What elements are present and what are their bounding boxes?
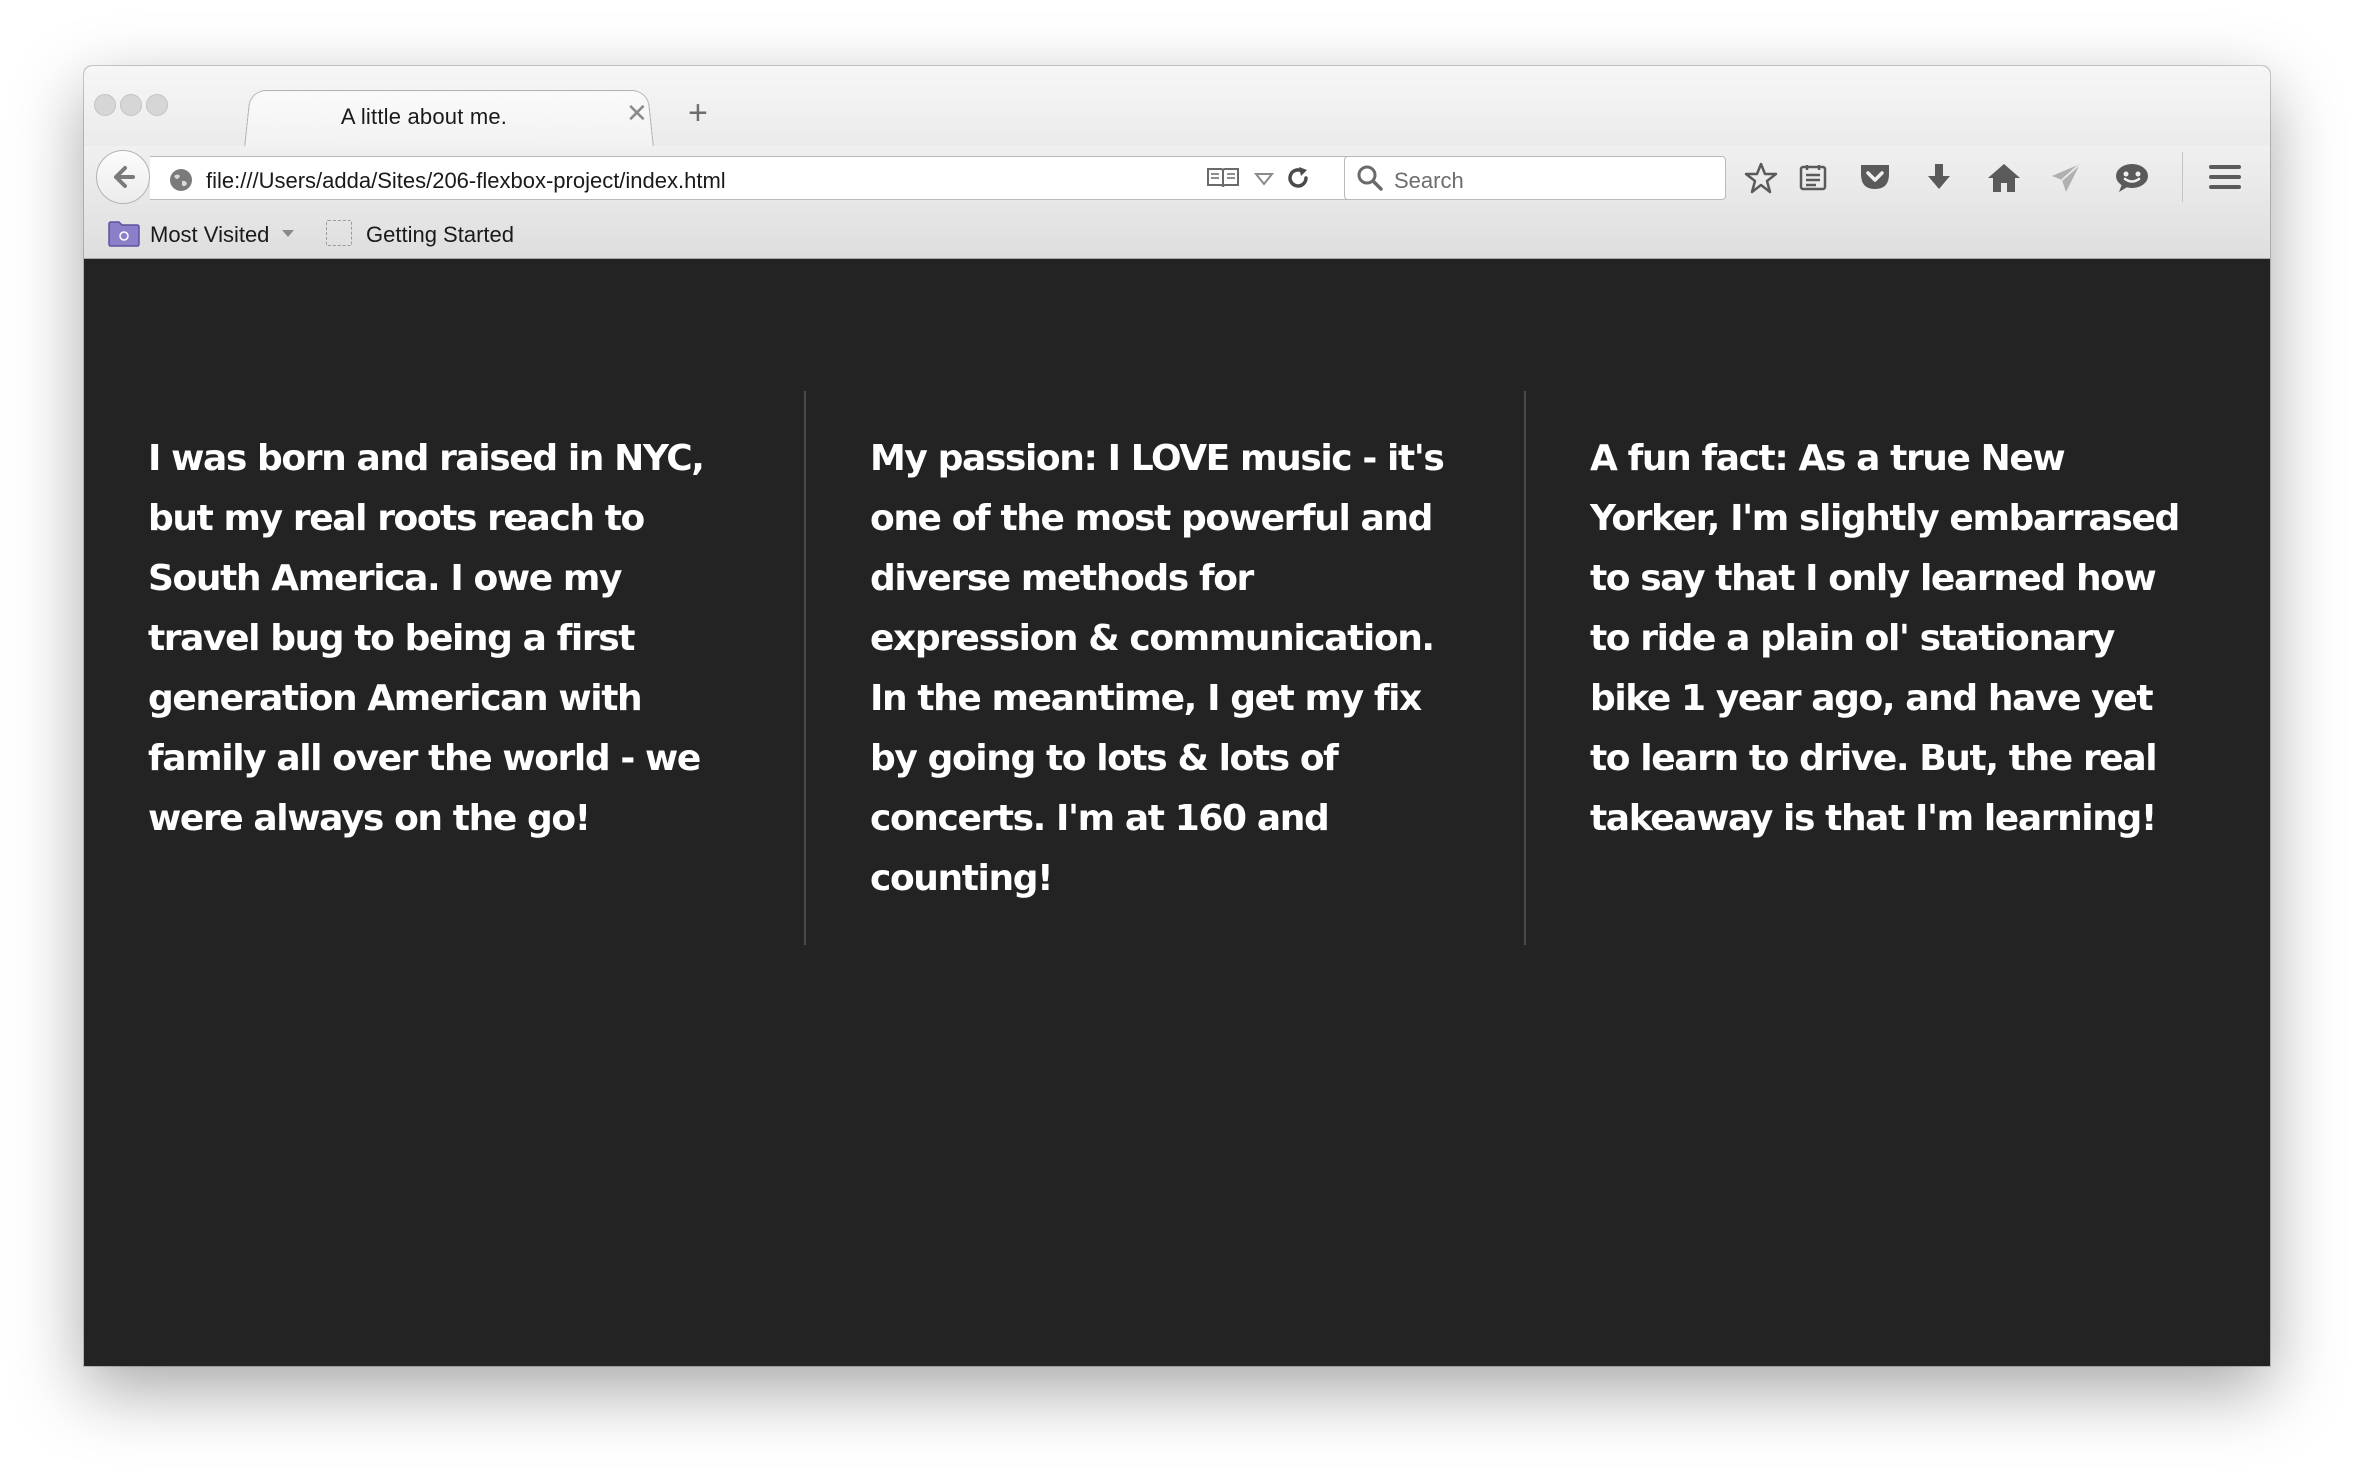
- bookmark-most-visited[interactable]: Most Visited: [150, 222, 269, 248]
- page-icon: [326, 220, 352, 246]
- flexbox-columns: I was born and raised in NYC, but my rea…: [84, 391, 2270, 945]
- page-content: I was born and raised in NYC, but my rea…: [84, 259, 2270, 1366]
- zoom-window-button[interactable]: [146, 94, 168, 116]
- bookmark-getting-started[interactable]: Getting Started: [366, 222, 514, 248]
- navigation-toolbar: file:///Users/adda/Sites/206-flexbox-pro…: [84, 146, 2270, 208]
- close-window-button[interactable]: [94, 94, 116, 116]
- toolbar-separator: [2182, 152, 2183, 202]
- column-roots: I was born and raised in NYC, but my rea…: [148, 438, 705, 839]
- reload-icon[interactable]: [1284, 164, 1312, 192]
- url-dropdown-icon[interactable]: [1254, 172, 1274, 186]
- search-icon: [1357, 165, 1383, 191]
- bookmarks-toolbar: Most Visited Getting Started: [84, 208, 2270, 259]
- share-icon[interactable]: [2050, 162, 2082, 194]
- search-placeholder: Search: [1394, 168, 1464, 193]
- column-fun-fact: A fun fact: As a true New Yorker, I'm sl…: [1524, 391, 2244, 945]
- bookmark-star-icon[interactable]: [1744, 162, 1778, 194]
- folder-icon: [108, 221, 140, 247]
- column-passion: My passion: I LOVE music - it's one of t…: [804, 391, 1524, 945]
- pocket-icon[interactable]: [1858, 162, 1892, 192]
- new-tab-button[interactable]: +: [688, 96, 708, 130]
- tab-title: A little about me.: [340, 104, 508, 129]
- chevron-down-icon[interactable]: [282, 230, 294, 237]
- chat-icon[interactable]: [2114, 162, 2150, 194]
- globe-icon: [170, 169, 192, 191]
- back-button[interactable]: [96, 150, 150, 204]
- menu-icon[interactable]: [2208, 162, 2242, 192]
- reader-view-icon[interactable]: [1206, 166, 1240, 190]
- tab-strip: A little about me. ✕ +: [84, 66, 2270, 148]
- url-text[interactable]: file:///Users/adda/Sites/206-flexbox-pro…: [206, 168, 726, 194]
- downloads-icon[interactable]: [1924, 162, 1954, 194]
- home-icon[interactable]: [1986, 162, 2022, 194]
- reading-list-icon[interactable]: [1798, 162, 1828, 192]
- browser-window: A little about me. ✕ + file:///Users/add…: [84, 66, 2270, 1366]
- tab-close-icon[interactable]: ✕: [626, 100, 648, 126]
- minimize-window-button[interactable]: [120, 94, 142, 116]
- back-arrow-icon: [114, 166, 135, 188]
